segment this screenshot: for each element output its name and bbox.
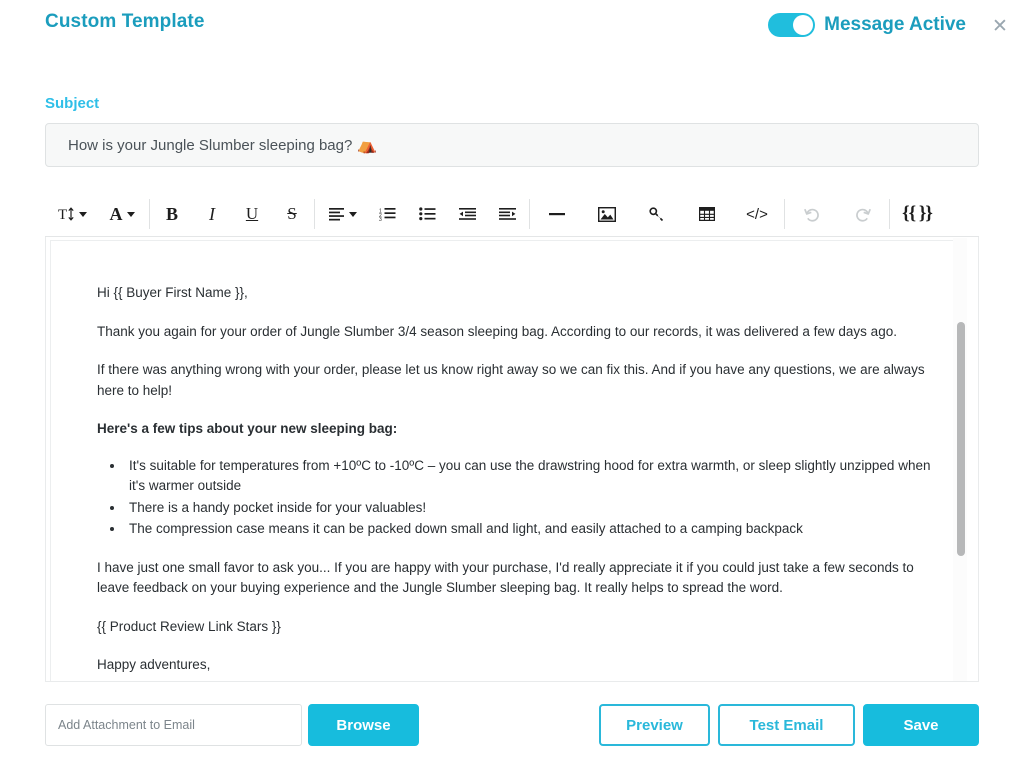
font-color-icon[interactable]: A bbox=[97, 199, 147, 229]
dialog-header: Custom Template Message Active ✕ bbox=[0, 0, 1024, 60]
editor-paragraph-1: Thank you again for your order of Jungle… bbox=[97, 323, 897, 339]
editor-paper[interactable]: Hi {{ Buyer First Name }}, Thank you aga… bbox=[50, 240, 960, 681]
toolbar-group-formatting: B I U S bbox=[150, 199, 315, 229]
code-icon[interactable]: </> bbox=[732, 199, 782, 229]
tent-emoji: ⛺ bbox=[357, 137, 378, 154]
underline-icon[interactable]: U bbox=[232, 199, 272, 229]
subject-input[interactable]: How is your Jungle Slumber sleeping bag?… bbox=[45, 123, 979, 167]
attachment-input[interactable]: Add Attachment to Email bbox=[45, 704, 302, 746]
test-email-button[interactable]: Test Email bbox=[718, 704, 855, 746]
text-size-icon[interactable]: T bbox=[47, 199, 97, 229]
subject-label: Subject bbox=[45, 95, 100, 112]
chevron-down-icon bbox=[78, 211, 87, 217]
toggle-knob bbox=[793, 15, 814, 35]
toolbar-group-merge-tags: {{ }} bbox=[890, 199, 944, 229]
save-button[interactable]: Save bbox=[863, 704, 979, 746]
message-active-toggle-group[interactable]: Message Active bbox=[768, 13, 966, 37]
list-item: It's suitable for temperatures from +10º… bbox=[125, 456, 933, 497]
toolbar-group-insert: </> bbox=[530, 199, 785, 229]
outdent-icon[interactable] bbox=[447, 199, 487, 229]
indent-icon[interactable] bbox=[487, 199, 527, 229]
editor-greeting: Hi {{ Buyer First Name }}, bbox=[97, 285, 248, 300]
svg-text:T: T bbox=[58, 207, 67, 222]
table-icon[interactable] bbox=[682, 199, 732, 229]
editor-paragraph-2: If there was anything wrong with your or… bbox=[97, 362, 925, 398]
editor-paragraph-3: I have just one small favor to ask you..… bbox=[97, 559, 914, 596]
email-body-editor[interactable]: Hi {{ Buyer First Name }}, Thank you aga… bbox=[45, 237, 979, 682]
message-active-label: Message Active bbox=[824, 14, 966, 35]
editor-signoff: Happy adventures, bbox=[97, 657, 211, 672]
merge-tag-label: {{ }} bbox=[902, 203, 933, 224]
merge-tag-icon[interactable]: {{ }} bbox=[892, 199, 942, 229]
svg-text:3: 3 bbox=[379, 217, 382, 221]
ordered-list-icon[interactable]: 1 2 3 bbox=[367, 199, 407, 229]
bold-icon[interactable]: B bbox=[152, 199, 192, 229]
message-active-toggle[interactable] bbox=[768, 13, 816, 37]
subject-value: How is your Jungle Slumber sleeping bag? bbox=[68, 136, 353, 154]
redo-icon[interactable] bbox=[837, 199, 887, 229]
editor-scrollbar-thumb[interactable] bbox=[957, 322, 965, 556]
unordered-list-icon[interactable] bbox=[407, 199, 447, 229]
list-item: There is a handy pocket inside for your … bbox=[125, 498, 933, 519]
toolbar-group-paragraph: 1 2 3 bbox=[315, 199, 530, 229]
align-icon[interactable] bbox=[317, 199, 367, 229]
dialog-footer: Add Attachment to Email Browse Preview T… bbox=[0, 700, 1024, 757]
editor-content[interactable]: Hi {{ Buyer First Name }}, Thank you aga… bbox=[97, 283, 933, 681]
toolbar-group-history bbox=[785, 199, 890, 229]
undo-icon[interactable] bbox=[787, 199, 837, 229]
link-icon[interactable] bbox=[632, 199, 682, 229]
italic-icon[interactable]: I bbox=[192, 199, 232, 229]
close-icon[interactable]: ✕ bbox=[986, 12, 1014, 40]
preview-button[interactable]: Preview bbox=[599, 704, 710, 746]
editor-toolbar: T A B I U S 1 2 3 </> {{}} bbox=[45, 192, 979, 237]
toolbar-group-text-style: T A bbox=[45, 199, 150, 229]
chevron-down-icon bbox=[348, 211, 357, 217]
editor-tips-heading: Here's a few tips about your new sleepin… bbox=[97, 421, 398, 436]
code-icon-label: </> bbox=[746, 205, 768, 223]
attachment-placeholder: Add Attachment to Email bbox=[58, 718, 195, 732]
strikethrough-icon[interactable]: S bbox=[272, 199, 312, 229]
image-icon[interactable] bbox=[582, 199, 632, 229]
list-item: The compression case means it can be pac… bbox=[125, 519, 933, 540]
editor-review-tag: {{ Product Review Link Stars }} bbox=[97, 618, 281, 634]
browse-button[interactable]: Browse bbox=[308, 704, 419, 746]
editor-tips-list: It's suitable for temperatures from +10º… bbox=[97, 456, 933, 540]
chevron-down-icon bbox=[126, 211, 135, 217]
horizontal-rule-icon[interactable] bbox=[532, 199, 582, 229]
page-title: Custom Template bbox=[45, 11, 205, 32]
custom-template-dialog: Custom Template Message Active ✕ Subject… bbox=[0, 0, 1024, 757]
